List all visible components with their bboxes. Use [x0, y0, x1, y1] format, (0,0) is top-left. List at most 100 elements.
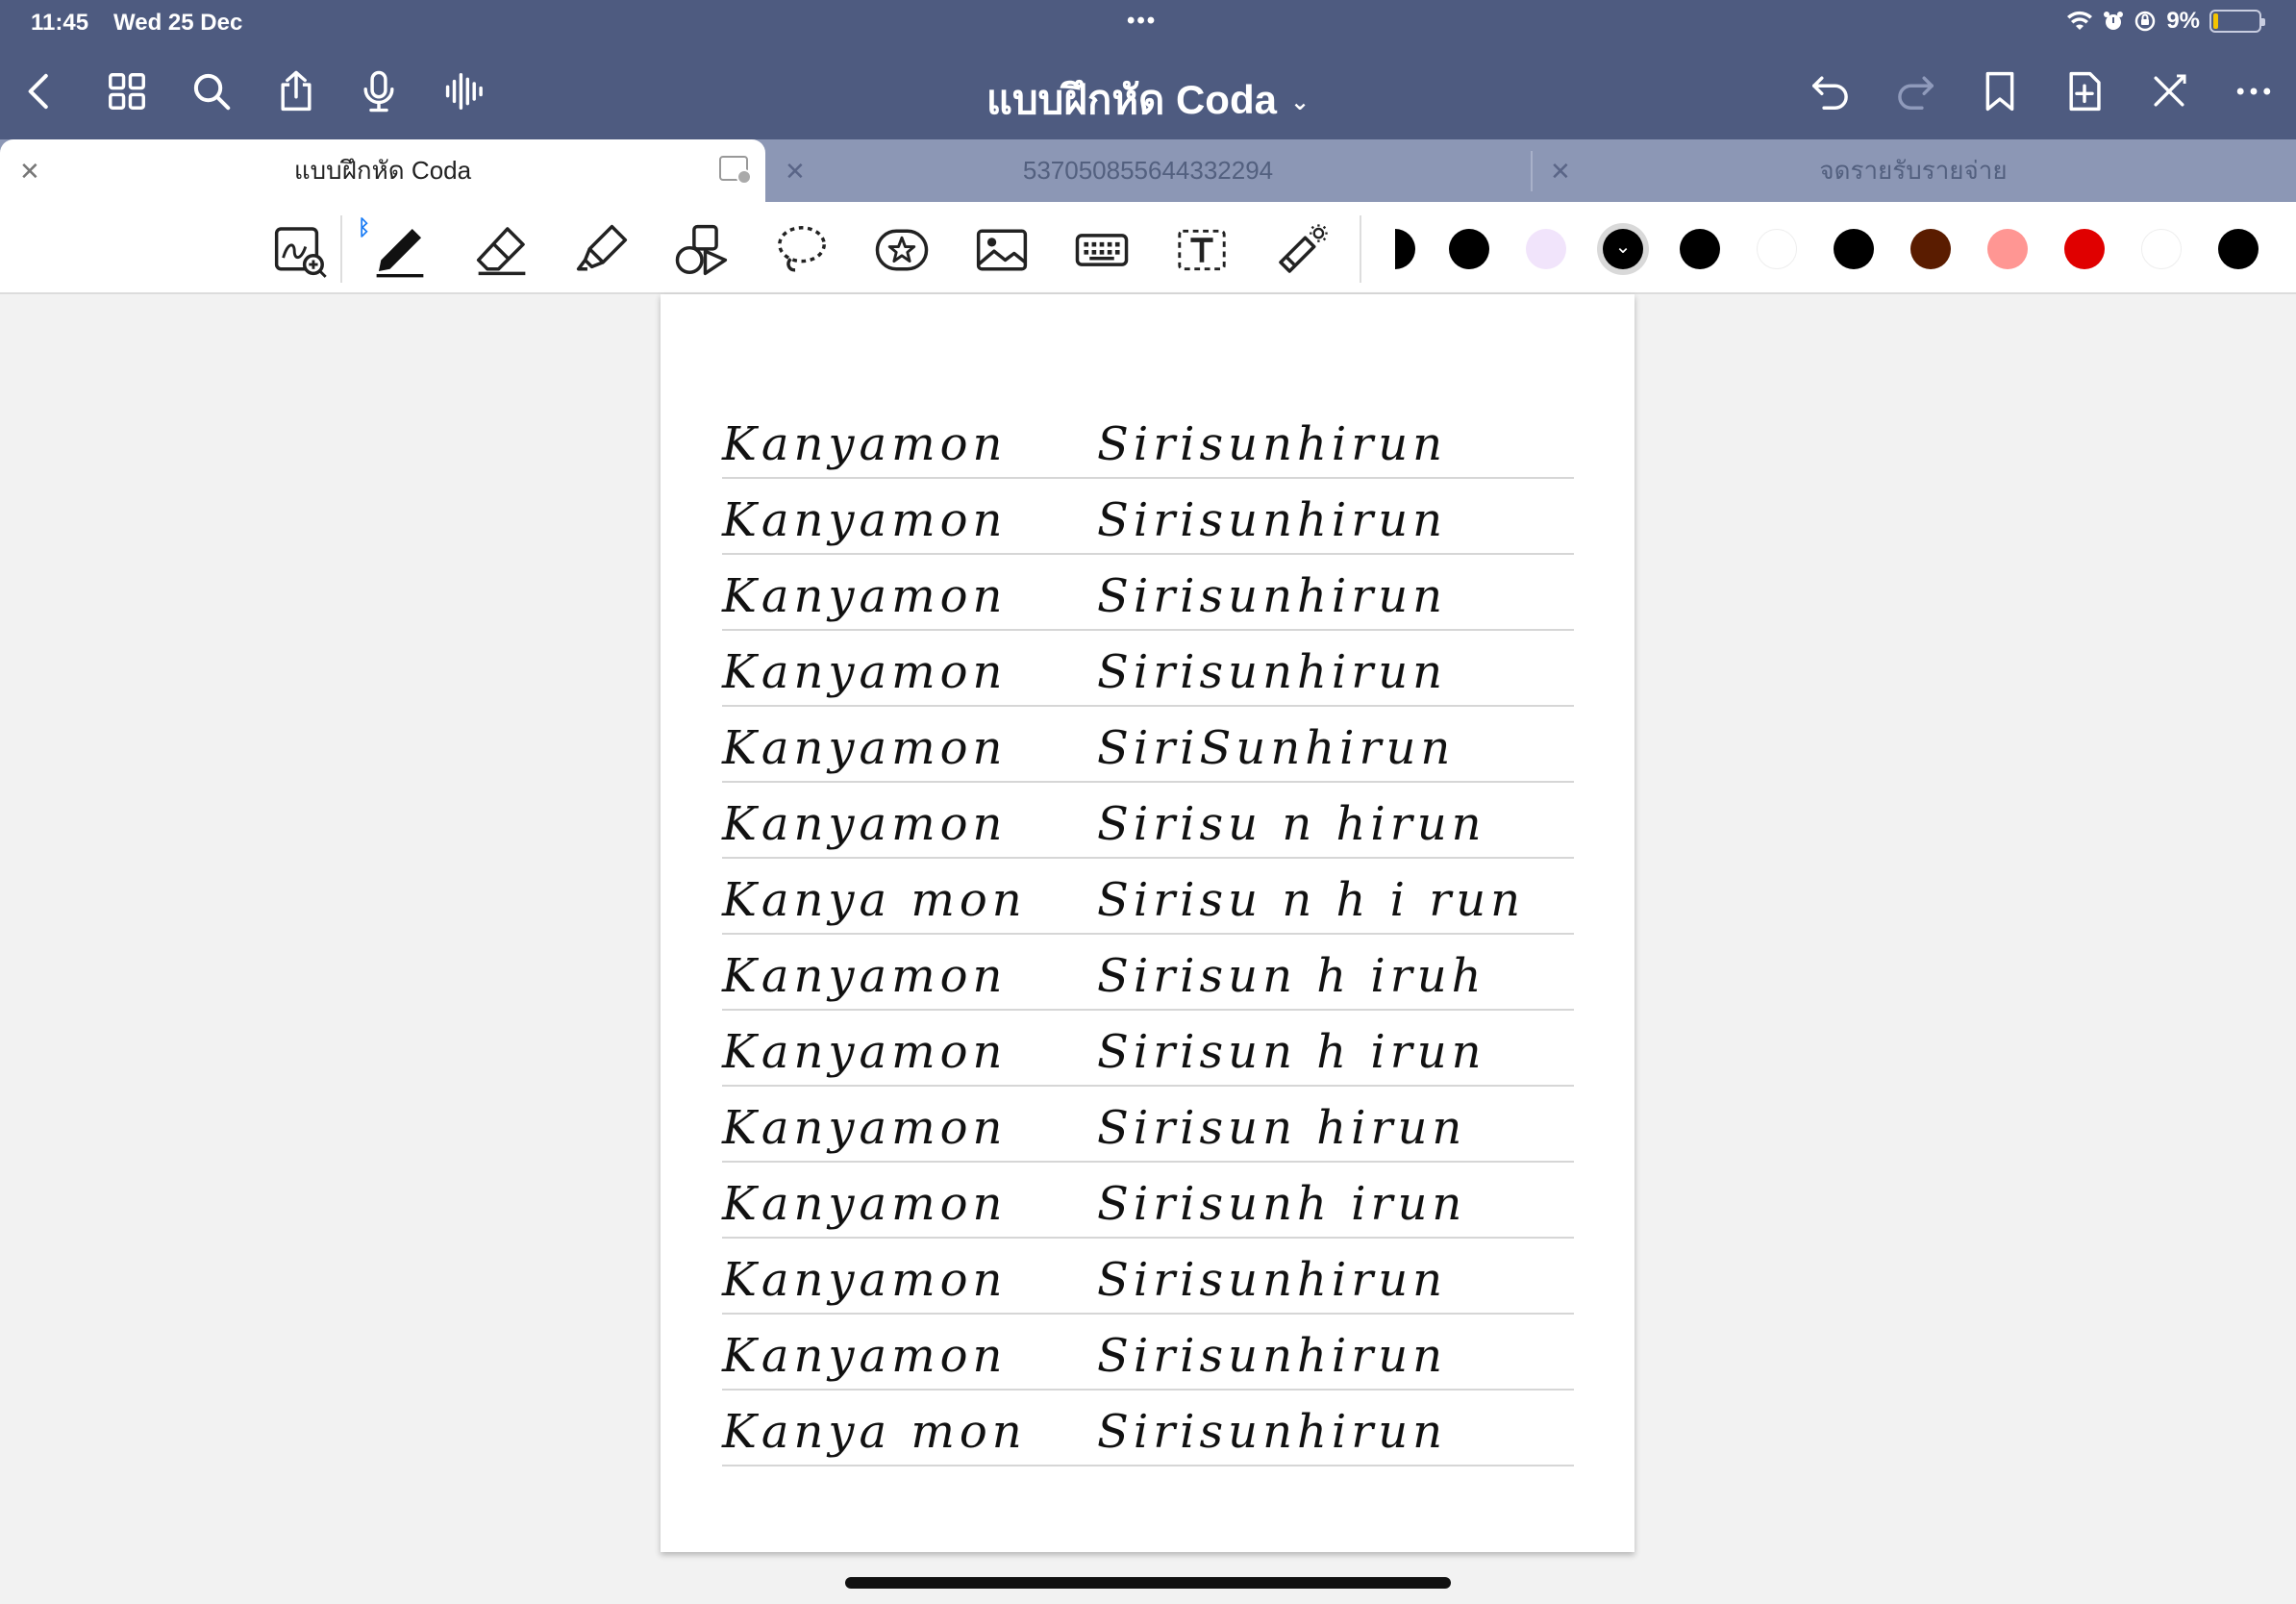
handwriting-row: Kanyamon Sirisunhirun [722, 555, 1574, 631]
tab-bar: ✕ แบบฝึกหัด Coda ✕ 537050855644332294 ✕ … [0, 139, 2296, 202]
last-name: Sirisun hirun [1097, 1101, 1467, 1155]
document-title[interactable]: แบบฝึกหัด Coda ⌄ [0, 68, 2296, 132]
color-swatch[interactable] [1449, 229, 1489, 269]
color-swatch[interactable] [1680, 229, 1720, 269]
text-box-icon[interactable] [1171, 219, 1233, 281]
first-name: Kanyamon [722, 417, 1008, 471]
color-swatch-selected[interactable]: ⌄ [1603, 229, 1643, 269]
tab-close-icon[interactable]: ✕ [785, 157, 806, 187]
tab-close-icon[interactable]: ✕ [19, 157, 40, 187]
first-name: Kanyamon [722, 721, 1008, 775]
split-view-icon[interactable] [719, 156, 752, 185]
first-name: Kanyamon [722, 1025, 1008, 1079]
sticker-icon[interactable] [871, 219, 933, 281]
selected-chevron-icon: ⌄ [1614, 237, 1632, 258]
first-name: Kanya mon [722, 873, 1027, 927]
last-name: Sirisunhirun [1097, 569, 1448, 623]
handwriting-row: Kanya mon Sirisu n h i run [722, 859, 1574, 935]
toolbar-divider [1360, 215, 1361, 283]
battery-icon [2209, 10, 2265, 33]
last-name: Sirisunhirun [1097, 1329, 1448, 1383]
color-swatch[interactable] [1757, 229, 1797, 269]
handwriting-row: Kanyamon Sirisunhirun [722, 403, 1574, 479]
keyboard-icon[interactable] [1071, 219, 1133, 281]
color-swatch[interactable] [2064, 229, 2105, 269]
handwriting-row: Kanyamon SiriSunhirun [722, 707, 1574, 783]
first-name: Kanyamon [722, 645, 1008, 699]
last-name: Sirisunhirun [1097, 493, 1448, 547]
tab-close-icon[interactable]: ✕ [1550, 157, 1571, 187]
last-name: Sirisunhirun [1097, 1405, 1448, 1459]
handwriting-row: Kanyamon Sirisunh irun [722, 1163, 1574, 1239]
first-name: Kanyamon [722, 1177, 1008, 1231]
first-name: Kanyamon [722, 493, 1008, 547]
close-tools-icon[interactable] [2142, 64, 2196, 118]
handwriting-row: Kanyamon Sirisun h irun [722, 1011, 1574, 1087]
drawing-toolbar: ᛒ ⌄ [0, 202, 2296, 294]
color-swatch[interactable] [1987, 229, 2028, 269]
title-chevron-down-icon[interactable]: ⌄ [1290, 89, 1310, 115]
handwriting-row: Kanyamon Sirisunhirun [722, 631, 1574, 707]
color-swatch-half[interactable] [1375, 229, 1415, 269]
last-name: SiriSunhirun [1097, 721, 1456, 775]
app-header: 11:45 Wed 25 Dec ••• 9% แบบฝึกหัด Coda ⌄ [0, 0, 2296, 139]
undo-icon[interactable] [1804, 64, 1858, 118]
home-indicator[interactable] [845, 1577, 1451, 1589]
status-time: 11:45 [31, 10, 89, 36]
last-name: Sirisunhirun [1097, 1253, 1448, 1307]
first-name: Kanyamon [722, 1101, 1008, 1155]
status-right: 9% [2066, 8, 2265, 35]
color-swatch[interactable] [2218, 229, 2259, 269]
color-swatch[interactable] [1910, 229, 1951, 269]
handwriting-row: Kanyamon Sirisun h iruh [722, 935, 1574, 1011]
tab-label: จดรายรับรายจ่าย [1819, 156, 2008, 185]
alarm-icon [2104, 12, 2124, 30]
wifi-icon [2067, 11, 2093, 30]
add-page-icon[interactable] [2058, 64, 2111, 118]
highlighter-icon[interactable] [571, 219, 633, 281]
first-name: Kanyamon [722, 1253, 1008, 1307]
tab-active[interactable]: ✕ แบบฝึกหัด Coda [0, 139, 765, 202]
image-icon[interactable] [971, 219, 1033, 281]
last-name: Sirisu n h i run [1097, 873, 1526, 927]
nav-bar: แบบฝึกหัด Coda ⌄ [0, 53, 2296, 130]
first-name: Kanyamon [722, 797, 1008, 851]
color-swatch[interactable] [2141, 229, 2182, 269]
status-bar: 11:45 Wed 25 Dec ••• 9% [0, 0, 2296, 44]
tab-label: แบบฝึกหัด Coda [293, 156, 472, 185]
last-name: Sirisun h irun [1097, 1025, 1486, 1079]
first-name: Kanyamon [722, 569, 1008, 623]
last-name: Sirisu n hirun [1097, 797, 1486, 851]
notebook-page[interactable]: Kanyamon Sirisunhirun Kanyamon Sirisunhiru… [661, 294, 1635, 1552]
pen-icon[interactable] [369, 219, 431, 281]
status-date: Wed 25 Dec [113, 10, 243, 36]
handwriting-row: Kanyamon Sirisu n hirun [722, 783, 1574, 859]
lasso-icon[interactable] [771, 219, 833, 281]
zoom-window-icon[interactable] [269, 219, 331, 281]
handwriting-row: Kanyamon Sirisunhirun [722, 1315, 1574, 1391]
color-swatch[interactable] [1834, 229, 1874, 269]
handwriting-row: Kanyamon Sirisunhirun [722, 1239, 1574, 1315]
handwriting-row: Kanyamon Sirisun hirun [722, 1087, 1574, 1163]
toolbar-divider [340, 215, 342, 283]
last-name: Sirisunhirun [1097, 417, 1448, 471]
first-name: Kanyamon [722, 1329, 1008, 1383]
bookmark-icon[interactable] [1973, 64, 2027, 118]
battery-percent: 9% [2166, 8, 2200, 34]
color-swatch[interactable] [1526, 229, 1566, 269]
shapes-icon[interactable] [671, 219, 733, 281]
laser-pointer-icon[interactable] [1271, 219, 1333, 281]
eraser-icon[interactable] [471, 219, 533, 281]
first-name: Kanya mon [722, 1405, 1027, 1459]
first-name: Kanyamon [722, 949, 1008, 1003]
redo-icon[interactable] [1888, 64, 1942, 118]
last-name: Sirisunhirun [1097, 645, 1448, 699]
rotation-lock-icon [2135, 11, 2156, 32]
tab-label: 537050855644332294 [1022, 156, 1274, 185]
tab-3[interactable]: ✕ จดรายรับรายจ่าย [1531, 139, 2296, 202]
last-name: Sirisun h iruh [1097, 949, 1486, 1003]
tab-2[interactable]: ✕ 537050855644332294 [765, 139, 1531, 202]
multitasking-dots-icon[interactable]: ••• [1127, 8, 1157, 35]
more-options-icon[interactable] [2227, 64, 2281, 118]
last-name: Sirisunh irun [1097, 1177, 1467, 1231]
